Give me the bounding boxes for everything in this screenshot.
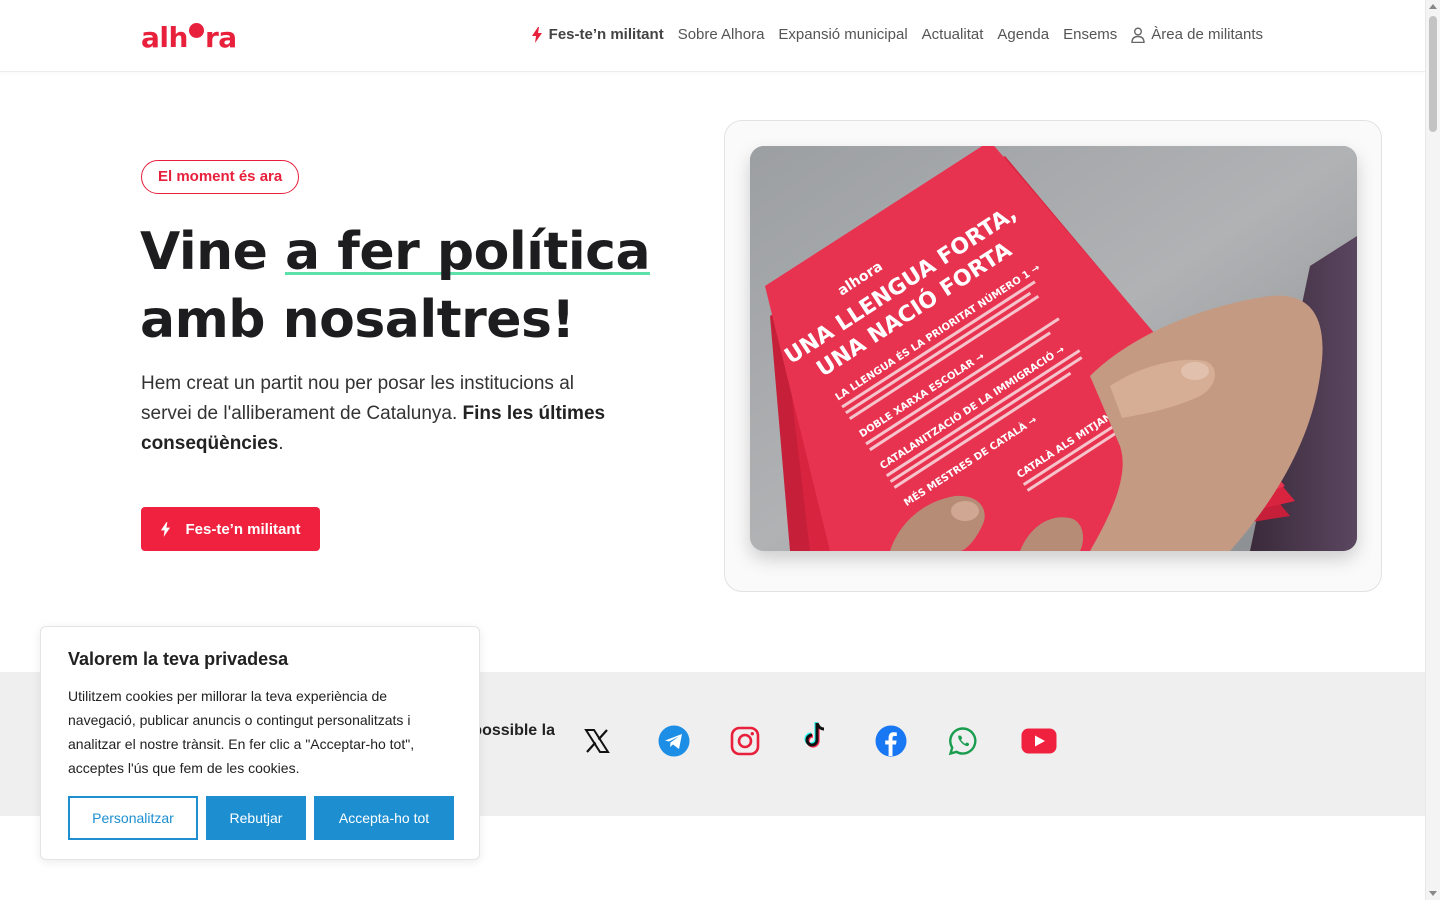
x-icon[interactable] [580, 724, 614, 758]
accept-all-button[interactable]: Accepta-ho tot [314, 796, 454, 840]
cookie-title: Valorem la teva privadesa [68, 649, 289, 669]
nav-item-label: Àrea de militants [1151, 26, 1263, 43]
nav-item-about[interactable]: Sobre Alhora [671, 24, 772, 46]
nav-item-label: Actualitat [921, 26, 984, 43]
nav-item-news[interactable]: Actualitat [915, 24, 991, 46]
bolt-icon [531, 27, 542, 43]
nav-item-members-area[interactable]: Àrea de militants [1124, 24, 1270, 46]
nav-item-agenda[interactable]: Agenda [990, 24, 1056, 46]
scroll-up-arrow[interactable] [1429, 4, 1437, 9]
main-nav: Fes-te’n militant Sobre Alhora Expansió … [524, 24, 1270, 46]
nav-item-ensems[interactable]: Ensems [1056, 24, 1124, 46]
nav-item-label: Expansió municipal [778, 26, 908, 43]
nav-item-label: Sobre Alhora [677, 26, 765, 43]
facebook-icon[interactable] [874, 724, 908, 758]
bolt-icon [161, 521, 171, 537]
join-button[interactable]: Fes-te’n militant [141, 507, 320, 551]
telegram-icon[interactable] [657, 724, 691, 758]
nav-item-label: Fes-te’n militant [548, 26, 664, 43]
hero-badge: El moment és ara [141, 160, 300, 194]
whatsapp-icon[interactable] [946, 724, 980, 758]
tiktok-icon[interactable] [799, 718, 833, 752]
nav-item-label: Agenda [997, 26, 1050, 43]
nav-item-join[interactable]: Fes-te’n militant [524, 24, 671, 46]
nav-item-label: Ensems [1063, 26, 1118, 43]
user-icon [1131, 27, 1145, 43]
youtube-icon[interactable] [1020, 724, 1058, 758]
cookie-consent-dialog: Valorem la teva privadesa Utilitzem cook… [40, 626, 480, 860]
scroll-thumb[interactable] [1429, 16, 1437, 132]
title-highlight: a fer política [285, 222, 651, 282]
customize-button[interactable]: Personalitzar [68, 796, 198, 840]
site-header: alh ra Fes-te’n militant Sobre Alhora Exp… [0, 0, 1425, 72]
join-button-label: Fes-te’n militant [185, 520, 301, 538]
hero-description: Hem creat un partit nou per posar les in… [141, 373, 606, 454]
scroll-down-arrow[interactable] [1429, 891, 1437, 896]
hero-photo: alhora UNA LLENGUA FORTA, UNA NACIÓ FORT… [750, 146, 1357, 551]
instagram-icon[interactable] [728, 724, 762, 758]
cookie-text: Utilitzem cookies per millorar la teva e… [68, 688, 415, 776]
hero-title: Vine a fer política amb nosaltres! [140, 222, 651, 350]
reject-button[interactable]: Rebutjar [206, 796, 306, 840]
page-scrollbar[interactable] [1425, 0, 1440, 900]
hero-image-card: alhora UNA LLENGUA FORTA, UNA NACIÓ FORT… [724, 120, 1382, 592]
nav-item-municipal[interactable]: Expansió municipal [771, 24, 914, 46]
leaflet-photo: alhora UNA LLENGUA FORTA, UNA NACIÓ FORT… [750, 146, 1357, 551]
alhora-logo[interactable]: alh ra [141, 22, 237, 54]
